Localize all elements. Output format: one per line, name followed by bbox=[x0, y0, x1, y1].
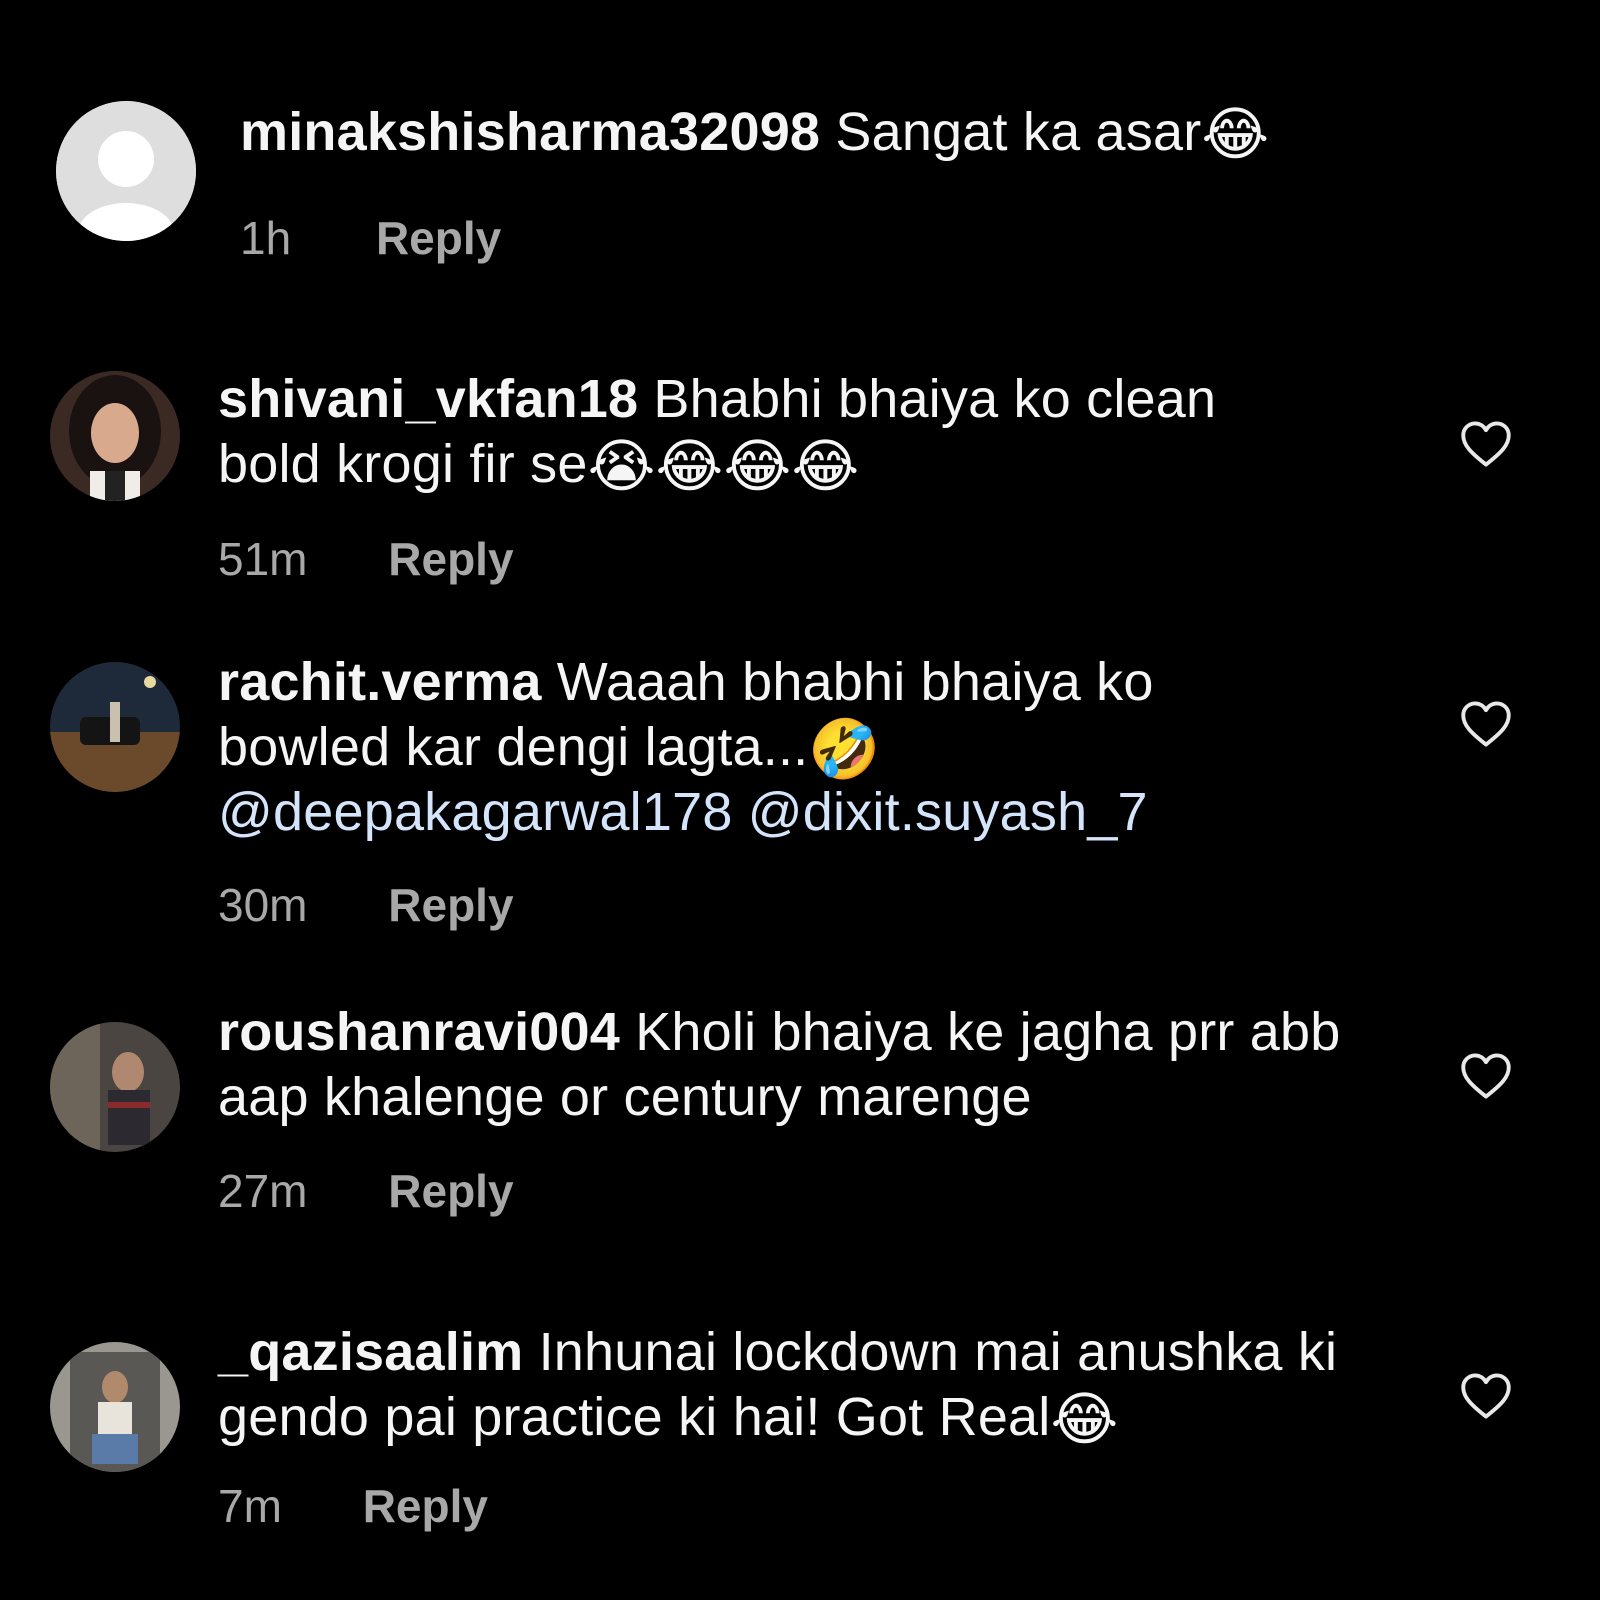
comment-emoji: 🤣 bbox=[808, 717, 881, 782]
comment-item: roushanravi004 Kholi bhaiya ke jagha prr… bbox=[0, 995, 1600, 1255]
heart-outline-icon bbox=[1461, 701, 1511, 747]
like-button[interactable] bbox=[1460, 1052, 1512, 1100]
comment-timestamp: 7m bbox=[218, 1480, 282, 1532]
reply-button[interactable]: Reply bbox=[363, 1481, 488, 1531]
avatar[interactable] bbox=[50, 662, 180, 792]
comment-meta: 1h Reply bbox=[240, 213, 501, 263]
comment-username[interactable]: rachit.verma bbox=[218, 652, 542, 712]
comment-meta: 51m Reply bbox=[218, 534, 514, 584]
comment-text: Sangat ka asar bbox=[820, 102, 1202, 162]
comment-item: minakshisharma32098 Sangat ka asar😂 1h R… bbox=[0, 0, 1600, 300]
comment-username[interactable]: shivani_vkfan18 bbox=[218, 369, 638, 429]
heart-outline-icon bbox=[1461, 1053, 1511, 1099]
avatar[interactable] bbox=[50, 1342, 180, 1472]
user-photo-avatar bbox=[50, 371, 180, 501]
comment-item: rachit.verma Waaah bhabhi bhaiya ko bowl… bbox=[0, 640, 1600, 960]
avatar[interactable] bbox=[50, 1022, 180, 1152]
user-photo-avatar bbox=[50, 662, 180, 792]
comment-emoji: 😂 bbox=[1050, 1387, 1119, 1452]
comment-body: shivani_vkfan18 Bhabhi bhaiya ko clean b… bbox=[218, 367, 1318, 497]
heart-outline-icon bbox=[1461, 1373, 1511, 1419]
comment-body: _qazisaalim Inhunai lockdown mai anushka… bbox=[218, 1320, 1378, 1450]
comment-emoji: 😂 bbox=[1201, 102, 1270, 167]
comment-username[interactable]: minakshisharma32098 bbox=[240, 102, 820, 162]
reply-button[interactable]: Reply bbox=[388, 880, 513, 930]
user-photo-avatar bbox=[50, 1022, 180, 1152]
comment-meta: 7m Reply bbox=[218, 1481, 488, 1531]
comment-meta: 30m Reply bbox=[218, 880, 514, 930]
comment-item: shivani_vkfan18 Bhabhi bhaiya ko clean b… bbox=[0, 360, 1600, 610]
comment-username[interactable]: roushanravi004 bbox=[218, 1002, 620, 1062]
avatar[interactable] bbox=[56, 101, 196, 241]
comment-timestamp: 27m bbox=[218, 1165, 308, 1217]
heart-outline-icon bbox=[1461, 421, 1511, 467]
comment-timestamp: 30m bbox=[218, 879, 308, 931]
avatar[interactable] bbox=[50, 371, 180, 501]
comment-timestamp: 1h bbox=[240, 212, 292, 264]
reply-button[interactable]: Reply bbox=[388, 534, 513, 584]
comment-body: rachit.verma Waaah bhabhi bhaiya ko bowl… bbox=[218, 650, 1318, 845]
user-photo-avatar bbox=[50, 1342, 180, 1472]
like-button[interactable] bbox=[1460, 1372, 1512, 1420]
like-button[interactable] bbox=[1460, 420, 1512, 468]
comment-body: minakshisharma32098 Sangat ka asar😂 bbox=[240, 100, 1490, 165]
comment-body: roushanravi004 Kholi bhaiya ke jagha prr… bbox=[218, 1000, 1368, 1130]
comment-emoji: 😭😂😂😂 bbox=[587, 434, 860, 499]
default-avatar-icon bbox=[56, 101, 196, 241]
comment-timestamp: 51m bbox=[218, 533, 308, 585]
comment-item: _qazisaalim Inhunai lockdown mai anushka… bbox=[0, 1315, 1600, 1600]
like-button[interactable] bbox=[1460, 700, 1512, 748]
comment-mentions[interactable]: @deepakagarwal178 @dixit.suyash_7 bbox=[218, 782, 1148, 842]
reply-button[interactable]: Reply bbox=[388, 1166, 513, 1216]
reply-button[interactable]: Reply bbox=[376, 213, 501, 263]
comment-username[interactable]: _qazisaalim bbox=[218, 1322, 523, 1382]
comment-meta: 27m Reply bbox=[218, 1166, 514, 1216]
